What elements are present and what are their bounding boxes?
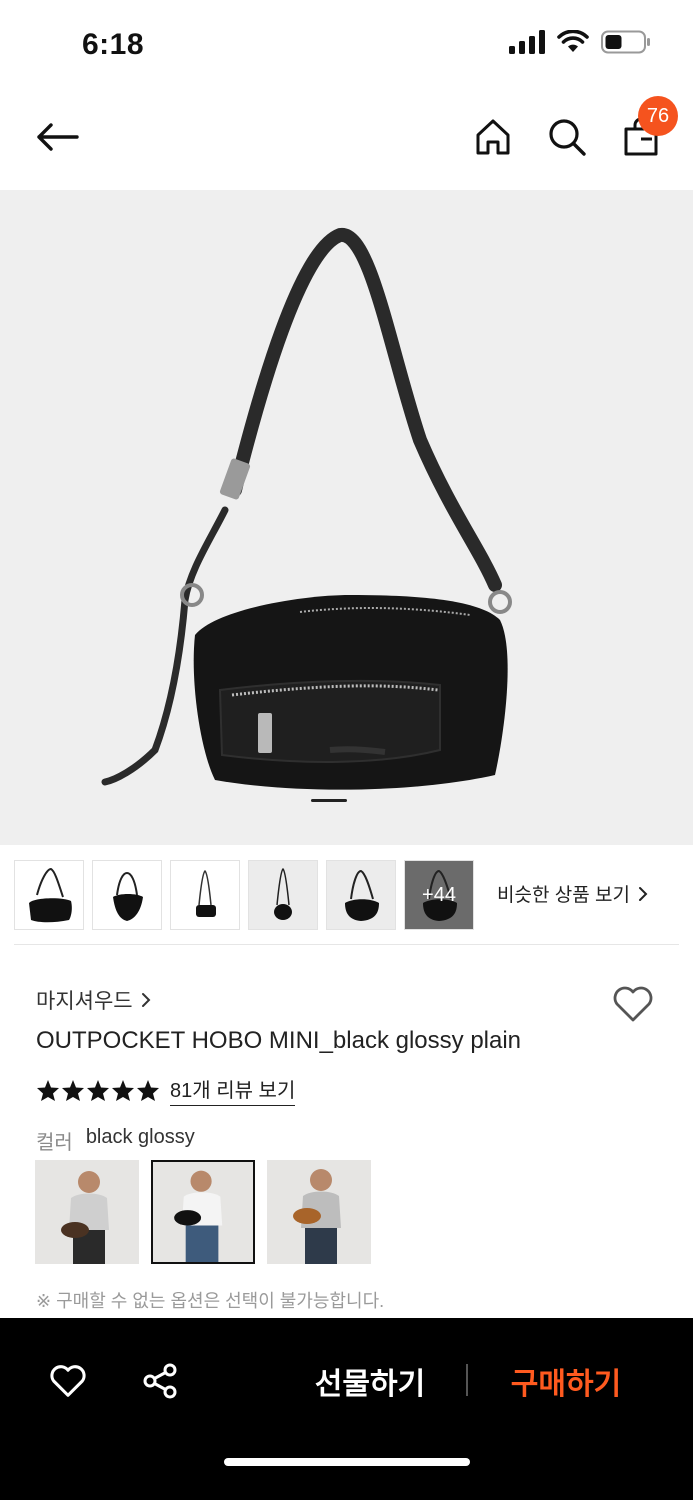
star-icon bbox=[137, 1079, 159, 1101]
color-options bbox=[35, 1160, 371, 1264]
gift-button[interactable]: 선물하기 bbox=[300, 1358, 440, 1404]
thumbnail-strip: +44 bbox=[14, 860, 474, 930]
star-icon bbox=[87, 1079, 109, 1101]
arrow-left-icon bbox=[37, 123, 79, 151]
star-icon bbox=[37, 1079, 59, 1101]
bag-thumbnail bbox=[113, 871, 143, 921]
thumbnail-5[interactable] bbox=[326, 860, 396, 930]
button-separator bbox=[466, 1364, 468, 1396]
rating-stars bbox=[36, 1079, 160, 1102]
color-option-brown[interactable] bbox=[35, 1160, 139, 1264]
buy-button[interactable]: 구매하기 bbox=[496, 1358, 636, 1404]
similar-products-link[interactable]: 비슷한 상품 보기 bbox=[497, 880, 648, 907]
status-bar: 6:18 bbox=[0, 0, 693, 90]
wishlist-button[interactable] bbox=[610, 983, 656, 1025]
rating-row: 81개 리뷰 보기 bbox=[36, 1074, 296, 1106]
product-main-image[interactable] bbox=[0, 190, 693, 845]
similar-products-label: 비슷한 상품 보기 bbox=[497, 885, 630, 906]
heart-icon bbox=[613, 986, 653, 1022]
status-time: 6:18 bbox=[82, 28, 145, 61]
home-button[interactable] bbox=[470, 112, 516, 162]
color-row: 컬러 black glossy bbox=[36, 1126, 195, 1155]
search-button[interactable] bbox=[544, 112, 590, 162]
bag-thumbnail bbox=[196, 869, 216, 917]
bag-image bbox=[101, 228, 512, 790]
battery-icon bbox=[601, 30, 650, 54]
chevron-right-icon bbox=[141, 993, 151, 1007]
bag-thumbnail bbox=[345, 869, 379, 921]
reviews-link[interactable]: 81개 리뷰 보기 bbox=[170, 1074, 296, 1106]
back-button[interactable] bbox=[30, 114, 84, 160]
star-icon bbox=[62, 1079, 84, 1101]
cart-count-badge: 76 bbox=[638, 96, 678, 136]
thumbnail-3[interactable] bbox=[170, 860, 240, 930]
color-label: 컬러 bbox=[36, 1132, 73, 1154]
star-icon bbox=[112, 1079, 134, 1101]
share-icon bbox=[143, 1363, 177, 1399]
share-button[interactable] bbox=[136, 1358, 184, 1404]
color-value: black glossy bbox=[85, 1126, 195, 1148]
model-photo bbox=[153, 1162, 253, 1262]
heart-icon bbox=[50, 1365, 86, 1397]
top-nav bbox=[0, 90, 693, 190]
section-divider bbox=[14, 944, 679, 945]
thumbnail-1[interactable] bbox=[14, 860, 84, 930]
wifi-icon bbox=[557, 30, 589, 52]
thumbnail-4[interactable] bbox=[248, 860, 318, 930]
bottom-action-bar: 선물하기 구매하기 bbox=[0, 1318, 693, 1500]
thumbnail-more[interactable]: +44 bbox=[404, 860, 474, 930]
home-icon bbox=[476, 119, 510, 155]
home-indicator bbox=[224, 1458, 470, 1466]
image-page-indicator bbox=[311, 799, 347, 802]
brand-link[interactable]: 마지셔우드 bbox=[36, 985, 151, 1015]
color-option-black[interactable] bbox=[151, 1160, 255, 1264]
bag-thumbnail bbox=[29, 867, 72, 923]
bottom-wishlist-button[interactable] bbox=[44, 1358, 92, 1404]
thumbnail-2[interactable] bbox=[92, 860, 162, 930]
model-photo bbox=[35, 1160, 139, 1264]
model-photo bbox=[267, 1160, 371, 1264]
status-icons bbox=[509, 30, 651, 54]
option-notice: ※ 구매할 수 없는 옵션은 선택이 불가능합니다. bbox=[36, 1291, 385, 1311]
signal-icon bbox=[509, 30, 545, 54]
color-option-camel[interactable] bbox=[267, 1160, 371, 1264]
brand-name: 마지셔우드 bbox=[36, 990, 133, 1013]
more-images-count: +44 bbox=[422, 883, 456, 906]
bag-thumbnail bbox=[274, 867, 292, 920]
chevron-right-icon bbox=[638, 886, 648, 901]
search-icon bbox=[549, 119, 586, 156]
product-title: OUTPOCKET HOBO MINI_black glossy plain bbox=[36, 1027, 522, 1054]
